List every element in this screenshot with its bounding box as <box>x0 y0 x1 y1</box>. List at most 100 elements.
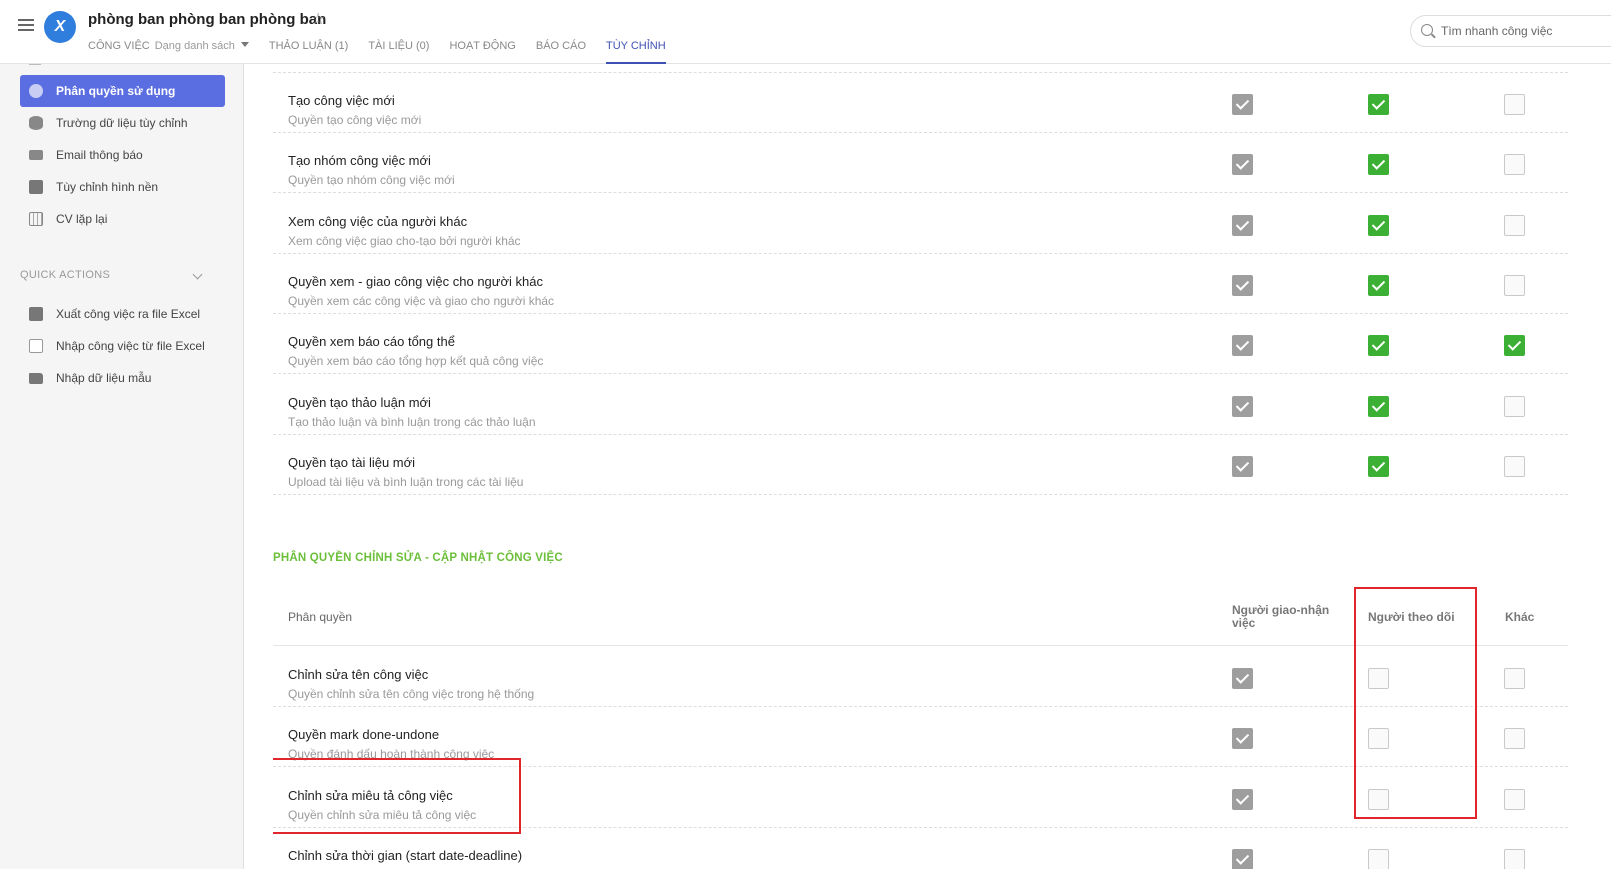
assigner-checkbox[interactable] <box>1232 214 1253 236</box>
assigner-checkbox[interactable] <box>1232 668 1253 689</box>
permission-description: Xem công việc giao cho-tạo bởi người khá… <box>288 233 521 248</box>
permission-description: Quyền tạo công việc mới <box>288 113 422 127</box>
folder-icon <box>29 372 43 384</box>
sidebar-item-label: CV lặp lại <box>56 212 108 226</box>
assigner-checkbox[interactable] <box>1232 154 1253 176</box>
quick-action-label: Nhập dữ liệu mẫu <box>56 371 152 385</box>
other-checkbox[interactable] <box>1504 848 1525 869</box>
column-header-permission: Phân quyền <box>288 610 353 624</box>
sidebar-item-truong-du-lieu[interactable]: Trường dữ liệu tùy chỉnh <box>20 107 225 139</box>
tab-tuy-chinh[interactable]: TÙY CHỈNH <box>606 39 666 64</box>
permission-description: Tạo thảo luận và bình luận trong các thả… <box>288 414 536 429</box>
tab-cong-viec[interactable]: CÔNG VIỆC Dạng danh sách <box>88 39 249 64</box>
follower-checkbox[interactable] <box>1368 848 1389 869</box>
search-input[interactable] <box>1441 21 1611 41</box>
permission-description: Quyền chỉnh sửa tên công việc trong hệ t… <box>288 687 535 701</box>
tab-hoat-dong[interactable]: HOẠT ĐỘNG <box>449 39 515 64</box>
sidebar-item-email[interactable]: Email thông báo <box>20 139 225 171</box>
permission-row: Quyền xem - giao công việc cho người khá… <box>273 254 1568 314</box>
permission-description: Quyền tạo nhóm công việc mới <box>288 173 455 188</box>
search-box[interactable] <box>1410 15 1611 47</box>
sidebar-item-cv-lap-lai[interactable]: CV lặp lại <box>20 203 225 235</box>
tab-label: CÔNG VIỆC <box>88 40 150 52</box>
sidebar: Phân quyền sử dụng Trường dữ liệu tùy ch… <box>0 64 244 869</box>
assigner-checkbox[interactable] <box>1232 728 1253 750</box>
other-checkbox[interactable] <box>1504 455 1525 477</box>
permission-row: Quyền tạo thảo luận mới Tạo thảo luận và … <box>273 375 1568 435</box>
highlight-box-description-row <box>273 758 521 834</box>
star-icon[interactable]: ☆ <box>311 9 325 29</box>
follower-checkbox[interactable] <box>1368 94 1389 115</box>
permission-icon <box>29 84 43 98</box>
quick-action-import-excel[interactable]: Nhập công việc từ file Excel <box>20 330 225 362</box>
assigner-checkbox[interactable] <box>1232 274 1253 296</box>
assigner-checkbox[interactable] <box>1232 455 1253 477</box>
permission-title: Quyền xem - giao công việc cho người khá… <box>288 273 543 289</box>
permission-title: Tạo công việc mới <box>288 93 395 108</box>
menu-icon[interactable] <box>18 19 34 33</box>
assigner-checkbox[interactable] <box>1232 788 1253 810</box>
view-mode-label[interactable]: Dạng danh sách <box>155 40 235 52</box>
assigner-checkbox[interactable] <box>1232 335 1253 357</box>
permission-title: Chỉnh sửa thời gian (start date-deadline… <box>288 847 523 863</box>
permission-row: Xem công việc của người khác Xem công việ… <box>273 194 1568 254</box>
permissions-panel: Tạo công việc mới Quyền tạo công việc mới… <box>273 64 1611 869</box>
follower-checkbox[interactable] <box>1368 455 1389 477</box>
other-checkbox[interactable] <box>1504 154 1525 176</box>
permission-description: Quyền xem báo cáo tổng hợp kết quả công … <box>288 354 544 369</box>
tab-bao-cao[interactable]: BÁO CÁO <box>536 39 586 64</box>
permission-title: Xem công việc của người khác <box>288 213 468 229</box>
permission-title: Quyền xem báo cáo tổng thể <box>288 334 455 350</box>
other-checkbox[interactable] <box>1504 94 1525 115</box>
column-header-other: Khác <box>1505 610 1535 624</box>
tab-thao-luan[interactable]: THẢO LUẬN (1) <box>269 39 348 64</box>
sidebar-item-label: Phân quyền sử dụng <box>56 84 176 98</box>
follower-checkbox[interactable] <box>1368 335 1389 357</box>
other-checkbox[interactable] <box>1504 668 1525 689</box>
other-checkbox[interactable] <box>1504 335 1525 357</box>
mail-icon <box>29 150 43 160</box>
other-checkbox[interactable] <box>1504 274 1525 296</box>
permission-row: Tạo công việc mới Quyền tạo công việc mới <box>273 73 1568 133</box>
follower-checkbox[interactable] <box>1368 395 1389 417</box>
assigner-checkbox[interactable] <box>1232 395 1253 417</box>
sidebar-item-hinh-nen[interactable]: Tùy chỉnh hình nền <box>20 171 225 203</box>
edit-icon <box>29 180 43 194</box>
follower-checkbox[interactable] <box>1368 214 1389 236</box>
sidebar-item-label: Tùy chỉnh hình nền <box>56 180 159 194</box>
sidebar-item-phan-quyen[interactable]: Phân quyền sử dụng <box>20 75 225 107</box>
excel-icon <box>29 339 43 353</box>
database-icon <box>29 116 43 130</box>
other-checkbox[interactable] <box>1504 214 1525 236</box>
project-tabs: CÔNG VIỆC Dạng danh sách THẢO LUẬN (1) TÀ… <box>88 39 686 64</box>
follower-checkbox[interactable] <box>1368 154 1389 176</box>
permission-title: Tạo nhóm công việc mới <box>288 153 431 169</box>
other-checkbox[interactable] <box>1504 788 1525 810</box>
permission-title: Quyền tạo thảo luận mới <box>288 394 431 410</box>
app-logo[interactable]: X <box>44 11 76 43</box>
permission-row: Quyền xem báo cáo tổng thể Quyền xem báo … <box>273 314 1568 375</box>
highlight-box-follower-column <box>1354 587 1477 819</box>
search-icon <box>1421 24 1433 36</box>
app-header: X phòng ban phòng ban phòng ban ☆ CÔNG V… <box>0 0 1611 64</box>
quick-action-label: Xuất công việc ra file Excel <box>56 307 201 321</box>
section-title-edit-permissions: PHÂN QUYỀN CHỈNH SỬA - CẬP NHẬT CÔNG VIỆ… <box>273 552 563 564</box>
follower-checkbox[interactable] <box>1368 274 1389 296</box>
sidebar-item-label: Trường dữ liệu tùy chỉnh <box>56 116 188 130</box>
quick-action-export-excel[interactable]: Xuất công việc ra file Excel <box>20 298 225 330</box>
permission-description: Quyền xem các công việc và giao cho ngườ… <box>288 293 555 308</box>
permission-row: Chỉnh sửa thời gian (start date-deadline… <box>273 828 1568 869</box>
caret-down-icon[interactable] <box>240 42 249 47</box>
other-checkbox[interactable] <box>1504 395 1525 417</box>
other-checkbox[interactable] <box>1504 728 1525 750</box>
assigner-checkbox[interactable] <box>1232 94 1253 115</box>
assigner-checkbox[interactable] <box>1232 848 1253 869</box>
permission-row: Quyền tạo tài liệu mới Upload tài liệu và… <box>273 435 1568 495</box>
tab-tai-lieu[interactable]: TÀI LIỆU (0) <box>368 39 429 64</box>
export-icon <box>29 307 43 321</box>
permission-title: Chỉnh sửa tên công việc <box>288 667 429 682</box>
calendar-icon <box>29 212 43 226</box>
permission-title: Quyền tạo tài liệu mới <box>288 454 416 470</box>
column-header-assigner: Người giao-nhận việc <box>1232 603 1330 630</box>
quick-action-sample-data[interactable]: Nhập dữ liệu mẫu <box>20 362 225 394</box>
